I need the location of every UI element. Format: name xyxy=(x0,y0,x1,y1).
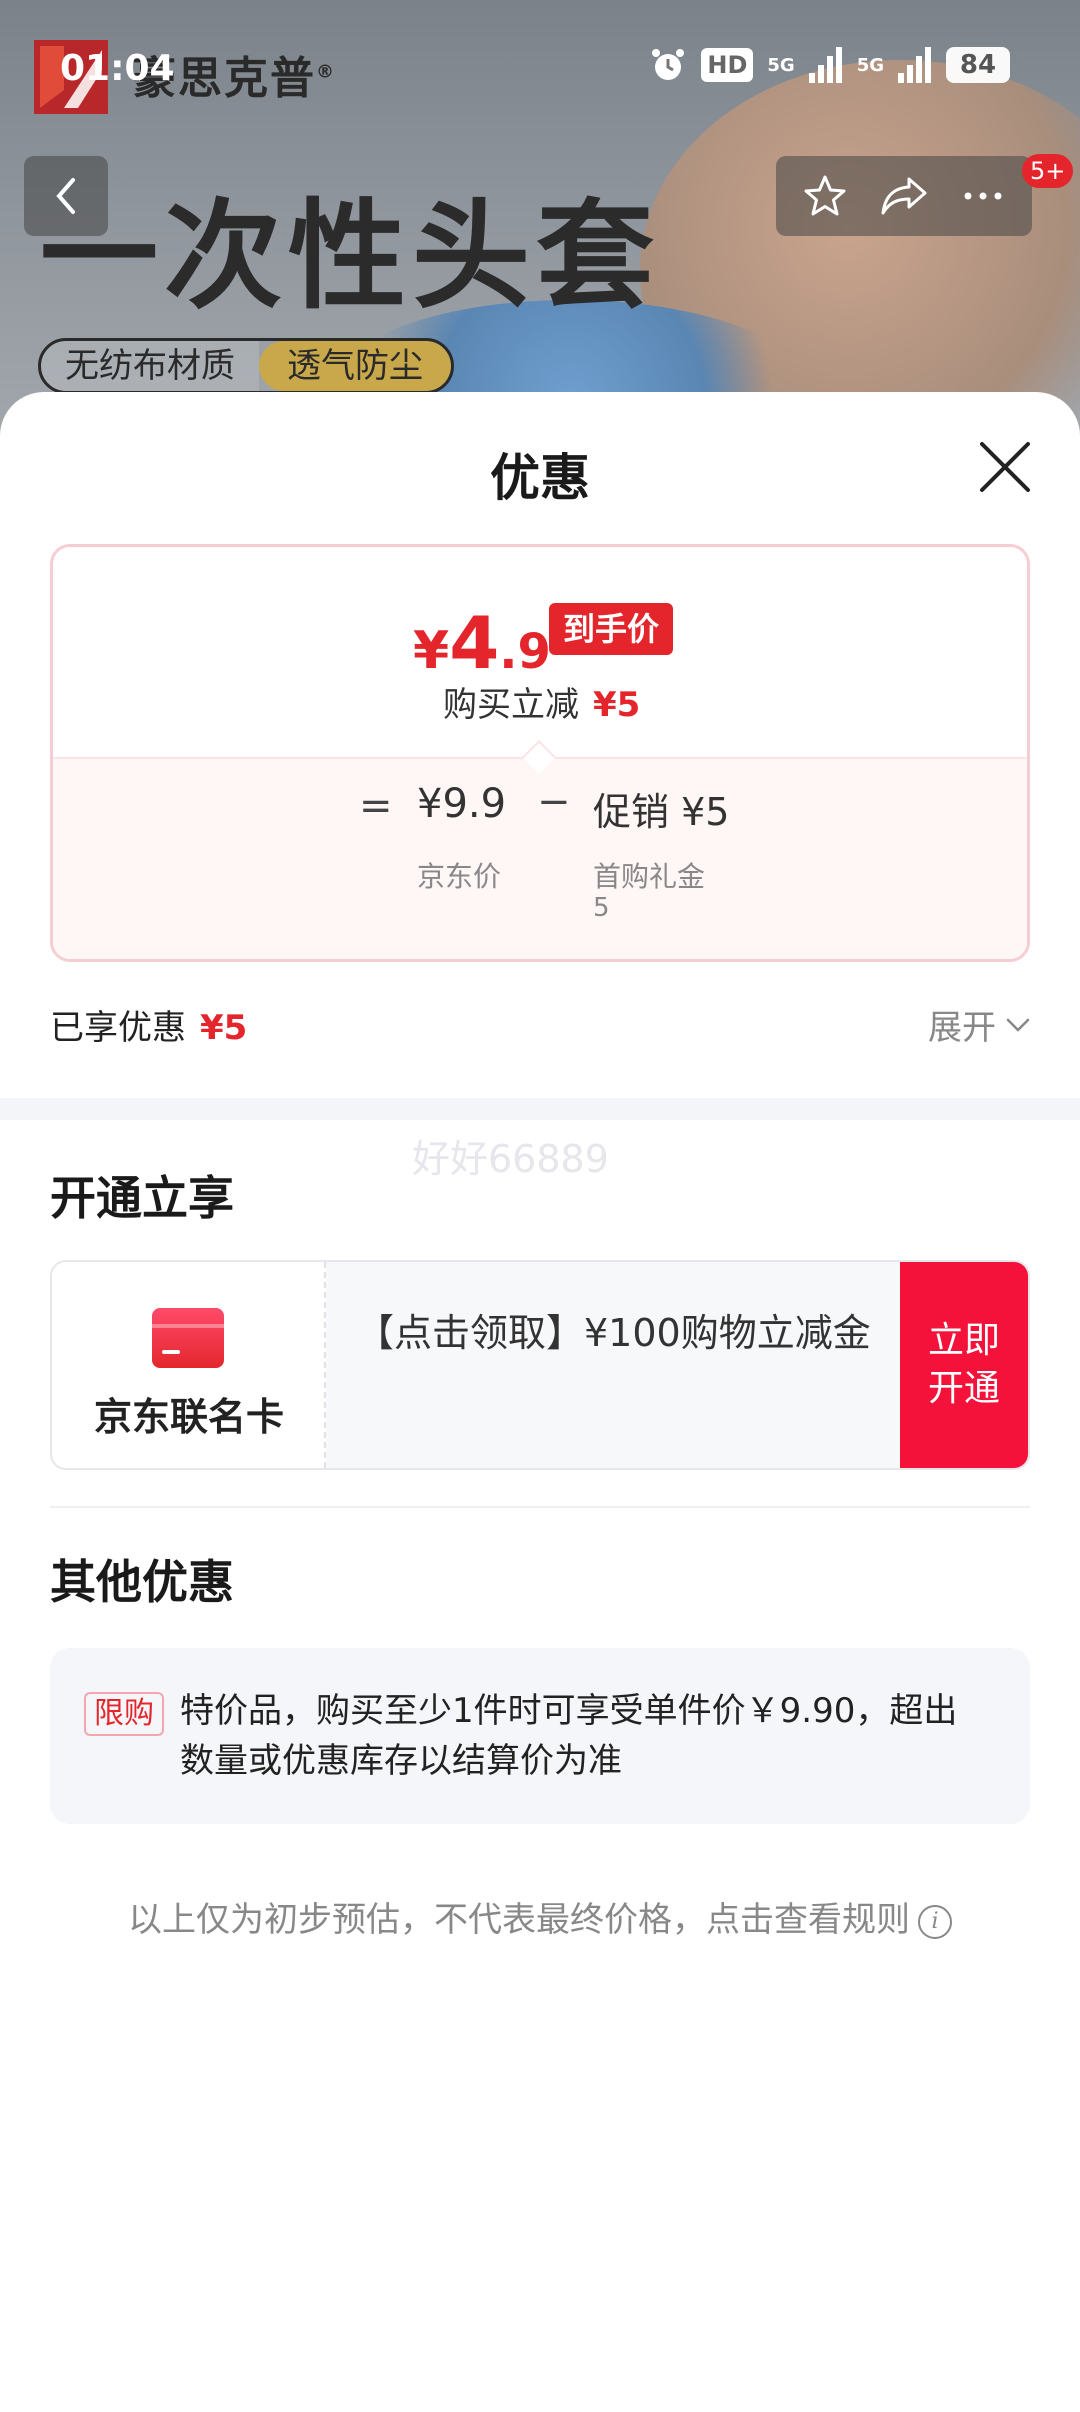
promo-label: 首购礼金 xyxy=(593,860,706,893)
equals-sign: = xyxy=(359,783,393,829)
promo-sub-value: 5 xyxy=(593,893,610,923)
final-price-section: ¥4.9 到手价 购买立减 ¥5 xyxy=(53,547,1027,757)
chevron-left-icon xyxy=(56,178,75,214)
signal-icon xyxy=(898,47,931,83)
status-time: 01:04 xyxy=(60,48,175,89)
watermark: 好好66889 xyxy=(412,1137,609,1181)
sheet-title: 优惠 xyxy=(490,449,590,507)
star-icon[interactable] xyxy=(802,173,848,219)
other-discount-item: 限购 特价品，购买至少1件时可享受单件价￥9.90，超出数量或优惠库存以结算价为… xyxy=(50,1648,1030,1824)
message-badge: 5+ xyxy=(1022,154,1074,188)
network-label: 5G xyxy=(767,54,795,76)
nav-actions xyxy=(776,156,1032,236)
limit-description: 特价品，购买至少1件时可享受单件价￥9.90，超出数量或优惠库存以结算价为准 xyxy=(180,1691,958,1781)
chevron-down-icon xyxy=(1006,1018,1030,1032)
open-now-button[interactable]: 立即开通 xyxy=(900,1262,1028,1468)
signal-icon xyxy=(808,47,842,83)
product-title: 一次性头套 xyxy=(40,187,661,325)
section-divider xyxy=(0,1098,1080,1120)
enjoyed-discount: 已享优惠 ¥5 xyxy=(50,1008,248,1048)
co-brand-card-offer[interactable]: 京东联名卡 【点击领取】¥100购物立减金 立即开通 xyxy=(50,1260,1030,1470)
alarm-icon xyxy=(652,49,685,80)
back-button[interactable] xyxy=(24,156,108,236)
discount-summary: 购买立减 ¥5 xyxy=(443,685,641,725)
minus-sign: − xyxy=(537,779,571,825)
jd-price-label: 京东价 xyxy=(417,860,502,893)
jd-price-value: ¥9.9 xyxy=(417,781,507,827)
product-tag: 透气防尘 xyxy=(259,341,451,391)
network-label: 5G xyxy=(856,54,884,76)
other-section-title: 其他优惠 xyxy=(50,1555,234,1609)
card-offer-text: 【点击领取】¥100购物立减金 xyxy=(356,1311,871,1355)
limit-tag: 限购 xyxy=(84,1692,164,1736)
expand-button[interactable]: 展开 xyxy=(928,1000,1030,1049)
card-name: 京东联名卡 xyxy=(93,1395,284,1439)
rules-note[interactable]: 以上仅为初步预估，不代表最终价格，点击查看规则 i xyxy=(0,1892,1080,1941)
open-section-title: 开通立享 xyxy=(50,1171,234,1225)
product-tags: 无纺布材质 透气防尘 xyxy=(38,338,454,394)
info-icon: i xyxy=(918,1904,952,1939)
card-left-panel: 京东联名卡 xyxy=(52,1262,326,1468)
price-breakdown-card: ¥4.9 到手价 购买立减 ¥5 = ¥9.9 − 促销 ¥5 京东价 首购礼金 … xyxy=(50,544,1030,962)
status-icons: HD 5G 5G 84 xyxy=(649,46,1010,84)
more-icon[interactable] xyxy=(960,173,1006,219)
status-bar: 01:04 HD 5G 5G 84 xyxy=(0,0,1080,140)
close-icon[interactable] xyxy=(972,434,1038,500)
final-price: ¥4.9 xyxy=(413,601,551,685)
credit-card-icon xyxy=(152,1308,224,1368)
hd-icon: HD xyxy=(701,48,754,82)
final-price-tag: 到手价 xyxy=(549,603,674,655)
battery-indicator: 84 xyxy=(946,47,1010,83)
share-icon[interactable] xyxy=(879,173,929,219)
promo-value: 促销 ¥5 xyxy=(593,790,730,834)
thin-divider xyxy=(50,1506,1030,1508)
product-tag: 无纺布材质 xyxy=(41,341,259,391)
discount-sheet: 优惠 ¥4.9 到手价 购买立减 ¥5 = ¥9.9 − 促销 ¥5 京东价 首购… xyxy=(0,392,1080,2412)
